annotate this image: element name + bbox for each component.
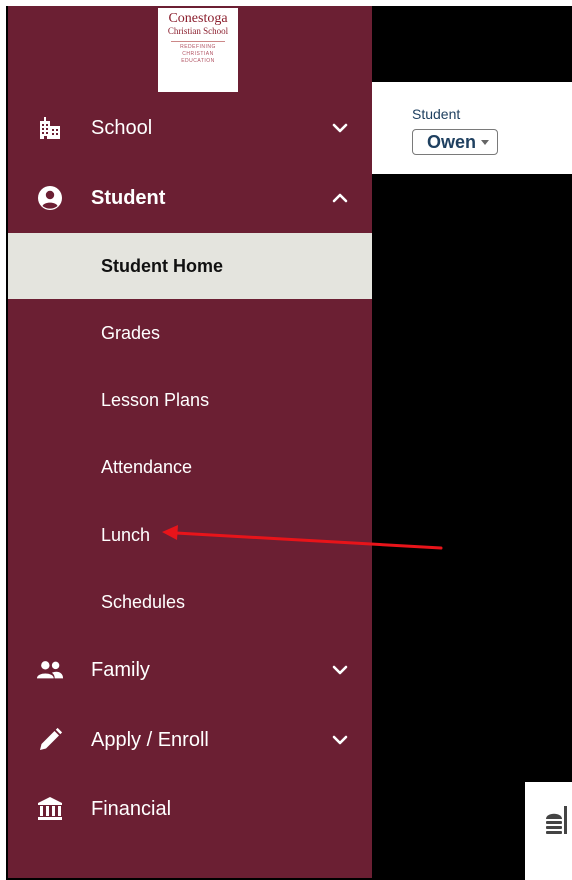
sidebar-item-attendance[interactable]: Attendance [8, 434, 372, 500]
food-icon [545, 806, 572, 836]
sidebar-item-lesson-plans[interactable]: Lesson Plans [8, 367, 372, 433]
logo-tagline-1: REDEFINING [180, 44, 216, 50]
logo-tagline-3: EDUCATION [181, 58, 215, 64]
sidebar-item-lunch[interactable]: Lunch [8, 502, 372, 568]
student-select[interactable]: Owen [412, 129, 498, 155]
nav-label-apply-enroll: Apply / Enroll [91, 728, 209, 751]
pencil-icon [36, 726, 64, 754]
school-logo[interactable]: Conestoga Christian School REDEFINING CH… [158, 8, 238, 92]
user-circle-icon [36, 184, 64, 212]
sidebar-item-grades[interactable]: Grades [8, 300, 372, 366]
student-selector-label: Student [412, 106, 461, 122]
chevron-down-icon[interactable] [330, 730, 350, 750]
sidebar-item-schedules[interactable]: Schedules [8, 569, 372, 635]
logo-line-2: Christian School [167, 26, 229, 36]
lunch-card-partial[interactable] [525, 782, 572, 880]
nav-item-school[interactable]: School [8, 95, 372, 161]
chevron-up-icon[interactable] [330, 188, 350, 208]
chevron-down-icon[interactable] [330, 660, 350, 680]
sidebar-item-label: Student Home [101, 255, 224, 276]
chevron-down-icon[interactable] [330, 118, 350, 138]
sidebar: Conestoga Christian School REDEFINING CH… [8, 6, 372, 878]
logo-divider [171, 41, 225, 42]
building-icon [36, 114, 64, 142]
nav-label-student: Student [91, 186, 166, 209]
nav-item-financial[interactable]: Financial [8, 776, 372, 842]
nav-label-school: School [91, 116, 153, 139]
sidebar-item-student-home[interactable]: Student Home [8, 233, 372, 299]
sidebar-item-label: Lunch [101, 524, 151, 545]
selected-student: Owen [427, 131, 477, 152]
nav-label-family: Family [91, 658, 150, 681]
student-header: Student Owen [372, 82, 572, 174]
nav-label-financial: Financial [91, 797, 172, 820]
users-icon [36, 656, 64, 684]
sidebar-item-label: Schedules [101, 591, 186, 612]
logo-tagline-2: CHRISTIAN [182, 51, 214, 57]
nav-item-student[interactable]: Student [8, 165, 372, 231]
nav-item-family[interactable]: Family [8, 637, 372, 703]
nav-item-apply-enroll[interactable]: Apply / Enroll [8, 707, 372, 773]
sidebar-item-label: Lesson Plans [101, 389, 210, 410]
sidebar-item-label: Grades [101, 322, 161, 343]
bank-icon [36, 795, 64, 823]
logo-line-1: Conestoga [168, 11, 228, 26]
sidebar-item-label: Attendance [101, 456, 193, 477]
caret-down-icon [481, 140, 489, 145]
